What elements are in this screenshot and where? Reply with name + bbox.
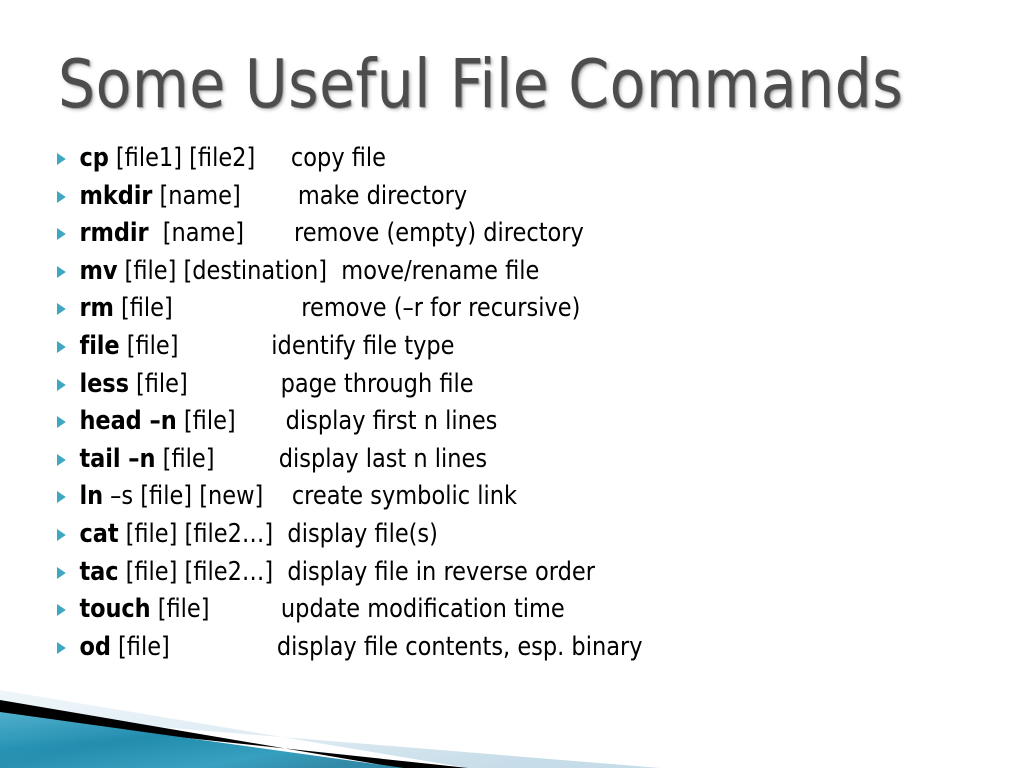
command-arguments: [file] xyxy=(128,368,188,399)
command-spacer xyxy=(170,632,277,662)
command-spacer xyxy=(210,594,281,624)
command-name: od xyxy=(79,631,111,662)
command-spacer xyxy=(244,218,294,248)
triangle-bullet-icon xyxy=(56,566,80,580)
command-list: cp [file1] [file2] copy file mkdir [name]… xyxy=(56,140,1006,666)
command-name: ln xyxy=(79,481,104,512)
triangle-bullet-icon xyxy=(56,528,80,542)
command-list-item: rmdir [name] remove (empty) directory xyxy=(56,215,987,253)
triangle-bullet-icon xyxy=(56,378,80,392)
command-arguments: [file] [file2…] xyxy=(118,518,274,549)
command-list-item: od [file] display file contents, esp. bi… xyxy=(56,629,987,667)
command-list-item: less [file] page through file xyxy=(56,366,987,404)
command-spacer xyxy=(263,481,292,511)
page-title: Some Useful File Commands xyxy=(58,45,904,123)
command-name: cat xyxy=(79,518,119,549)
triangle-bullet-icon xyxy=(56,603,80,617)
command-description: create symbolic link xyxy=(291,481,517,512)
command-list-item: file [file] identify file type xyxy=(56,328,987,366)
command-spacer xyxy=(173,293,302,323)
command-description: display file contents, esp. binary xyxy=(276,631,643,662)
triangle-bullet-icon xyxy=(56,302,80,316)
command-description: remove (empty) directory xyxy=(294,218,584,249)
command-description: make directory xyxy=(297,180,468,211)
command-list-item: mkdir [name] make directory xyxy=(56,178,987,216)
command-name: tac xyxy=(79,556,119,587)
command-arguments: [file] xyxy=(150,594,210,625)
command-spacer xyxy=(179,331,272,361)
command-spacer xyxy=(214,444,278,474)
triangle-bullet-icon xyxy=(56,453,80,467)
command-arguments: [file] xyxy=(119,330,179,361)
command-name: rm xyxy=(79,293,114,324)
command-description: display first n lines xyxy=(285,406,498,437)
command-arguments: [file1] [file2] xyxy=(108,143,256,173)
triangle-bullet-icon xyxy=(56,265,80,279)
command-description: display last n lines xyxy=(278,443,488,474)
command-list-item: tac [file] [file2…] display file in reve… xyxy=(56,554,987,592)
command-flag: –n xyxy=(141,406,177,437)
command-description: update modification time xyxy=(280,594,565,625)
command-name: touch xyxy=(79,594,151,625)
command-name: mv xyxy=(79,255,118,286)
command-arguments: [file] xyxy=(113,293,173,324)
command-list-item: rm [file] remove (–r for recursive) xyxy=(56,290,987,328)
command-spacer xyxy=(273,557,287,587)
command-description: display file(s) xyxy=(287,518,438,549)
command-description: remove (–r for recursive) xyxy=(301,293,581,324)
command-list-item: cat [file] [file2…] display file(s) xyxy=(56,516,987,554)
slide-canvas: Some Useful File Commands cp [file1] [fi… xyxy=(0,0,1024,768)
triangle-bullet-icon xyxy=(56,227,80,241)
command-arguments: [file] [file2…] xyxy=(118,556,274,587)
command-flag: –n xyxy=(120,443,156,474)
command-description: copy file xyxy=(290,143,387,173)
command-name: head xyxy=(79,406,142,437)
triangle-bullet-icon xyxy=(56,641,80,655)
command-arguments: [name] xyxy=(152,180,241,211)
triangle-bullet-icon xyxy=(56,190,80,204)
command-list-item: cp [file1] [file2] copy file xyxy=(56,140,987,178)
command-list-item: touch [file] update modification time xyxy=(56,591,987,629)
triangle-bullet-icon xyxy=(56,490,80,504)
command-arguments: [file] xyxy=(176,406,236,437)
command-spacer xyxy=(273,519,287,549)
command-list-item: tail –n [file] display last n lines xyxy=(56,441,987,479)
command-arguments: [file] xyxy=(155,443,215,474)
command-name: cp xyxy=(79,143,109,173)
command-name: less xyxy=(79,368,129,399)
command-name: tail xyxy=(79,443,121,474)
command-arguments: [file] [destination] xyxy=(117,255,328,286)
command-description: display file in reverse order xyxy=(287,556,595,587)
command-description: move/rename file xyxy=(341,255,540,286)
triangle-bullet-icon xyxy=(56,415,80,429)
command-spacer xyxy=(327,256,341,286)
command-list-item: mv [file] [destination] move/rename file xyxy=(56,253,987,291)
command-arguments: [name] xyxy=(148,218,245,249)
triangle-bullet-icon xyxy=(56,152,80,166)
command-spacer xyxy=(241,181,298,211)
command-name: mkdir xyxy=(79,180,153,211)
triangle-bullet-icon xyxy=(56,340,80,354)
command-spacer xyxy=(236,406,286,436)
command-arguments: [file] [new] xyxy=(133,481,264,512)
command-list-item: head –n [file] display first n lines xyxy=(56,403,987,441)
command-description: identify file type xyxy=(271,330,455,361)
command-flag: –s xyxy=(103,481,134,512)
command-arguments: [file] xyxy=(110,631,170,662)
command-description: page through file xyxy=(280,368,474,399)
command-name: rmdir xyxy=(79,218,149,249)
command-name: file xyxy=(79,330,120,361)
command-spacer xyxy=(255,143,291,173)
command-list-item: ln –s [file] [new] create symbolic link xyxy=(56,478,987,516)
command-spacer xyxy=(188,369,281,399)
